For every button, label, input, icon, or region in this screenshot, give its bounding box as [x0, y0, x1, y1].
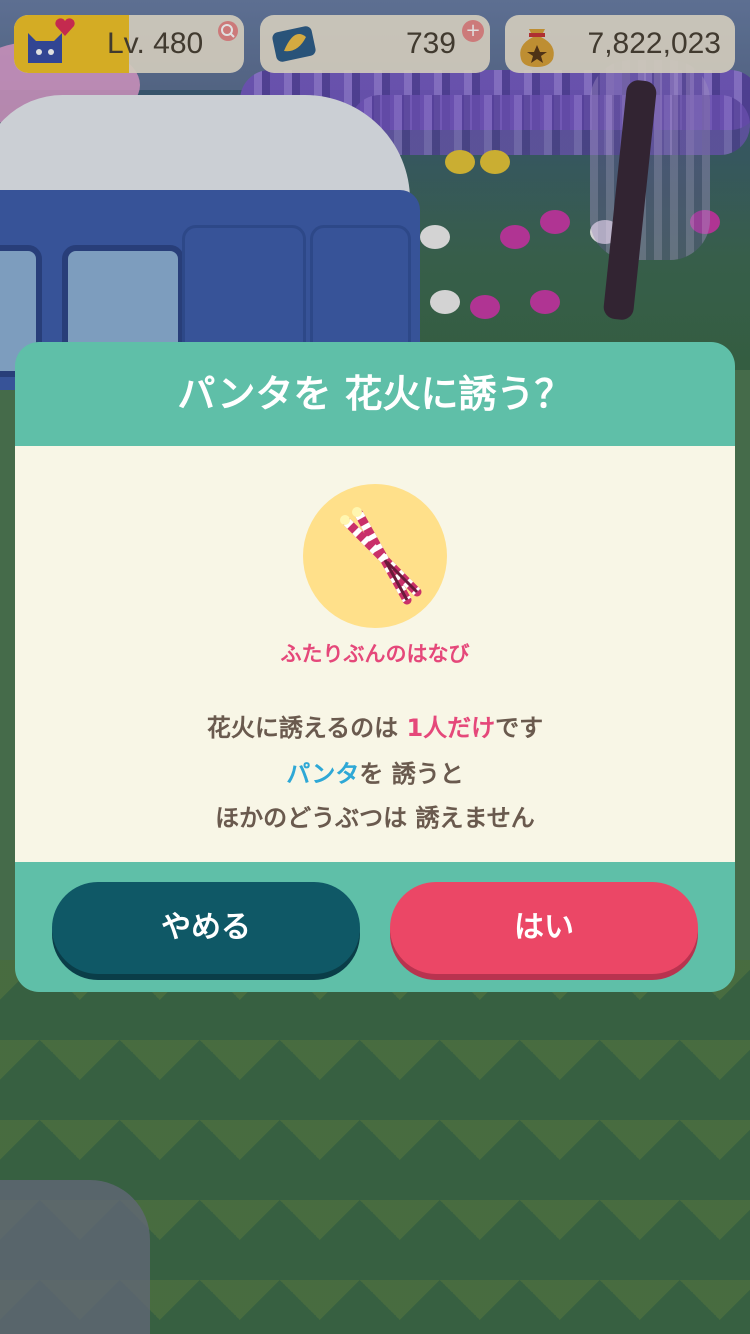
message-line-1: 花火に誘えるのは 1人だけです: [15, 708, 735, 743]
dialog-body: ふたりぶんのはなび 花火に誘えるのは 1人だけです パンタを 誘うと ほかのどう…: [15, 446, 735, 862]
villager-name: パンタ: [286, 760, 360, 788]
message-line-2: パンタを 誘うと: [15, 754, 735, 789]
message-line-3: ほかのどうぶつは 誘えません: [215, 804, 535, 832]
cancel-button[interactable]: やめる: [52, 882, 360, 974]
sparkler-icon: [319, 500, 431, 616]
message-text: です: [495, 714, 544, 742]
item-name: ふたりぶんのはなび: [280, 642, 470, 666]
dialog-title: パンタを 花火に誘う？: [177, 372, 573, 416]
item-image: [303, 484, 447, 628]
invite-fireworks-dialog: パンタを 花火に誘う？ ふたりぶんのはなび 花火に誘えるのは 1人だけです パン…: [15, 342, 735, 992]
message-text: 花火に誘えるのは: [206, 714, 407, 742]
highlight-limit: 1人だけ: [406, 714, 496, 742]
message-text: を 誘うと: [359, 760, 464, 788]
confirm-button[interactable]: はい: [390, 882, 698, 974]
